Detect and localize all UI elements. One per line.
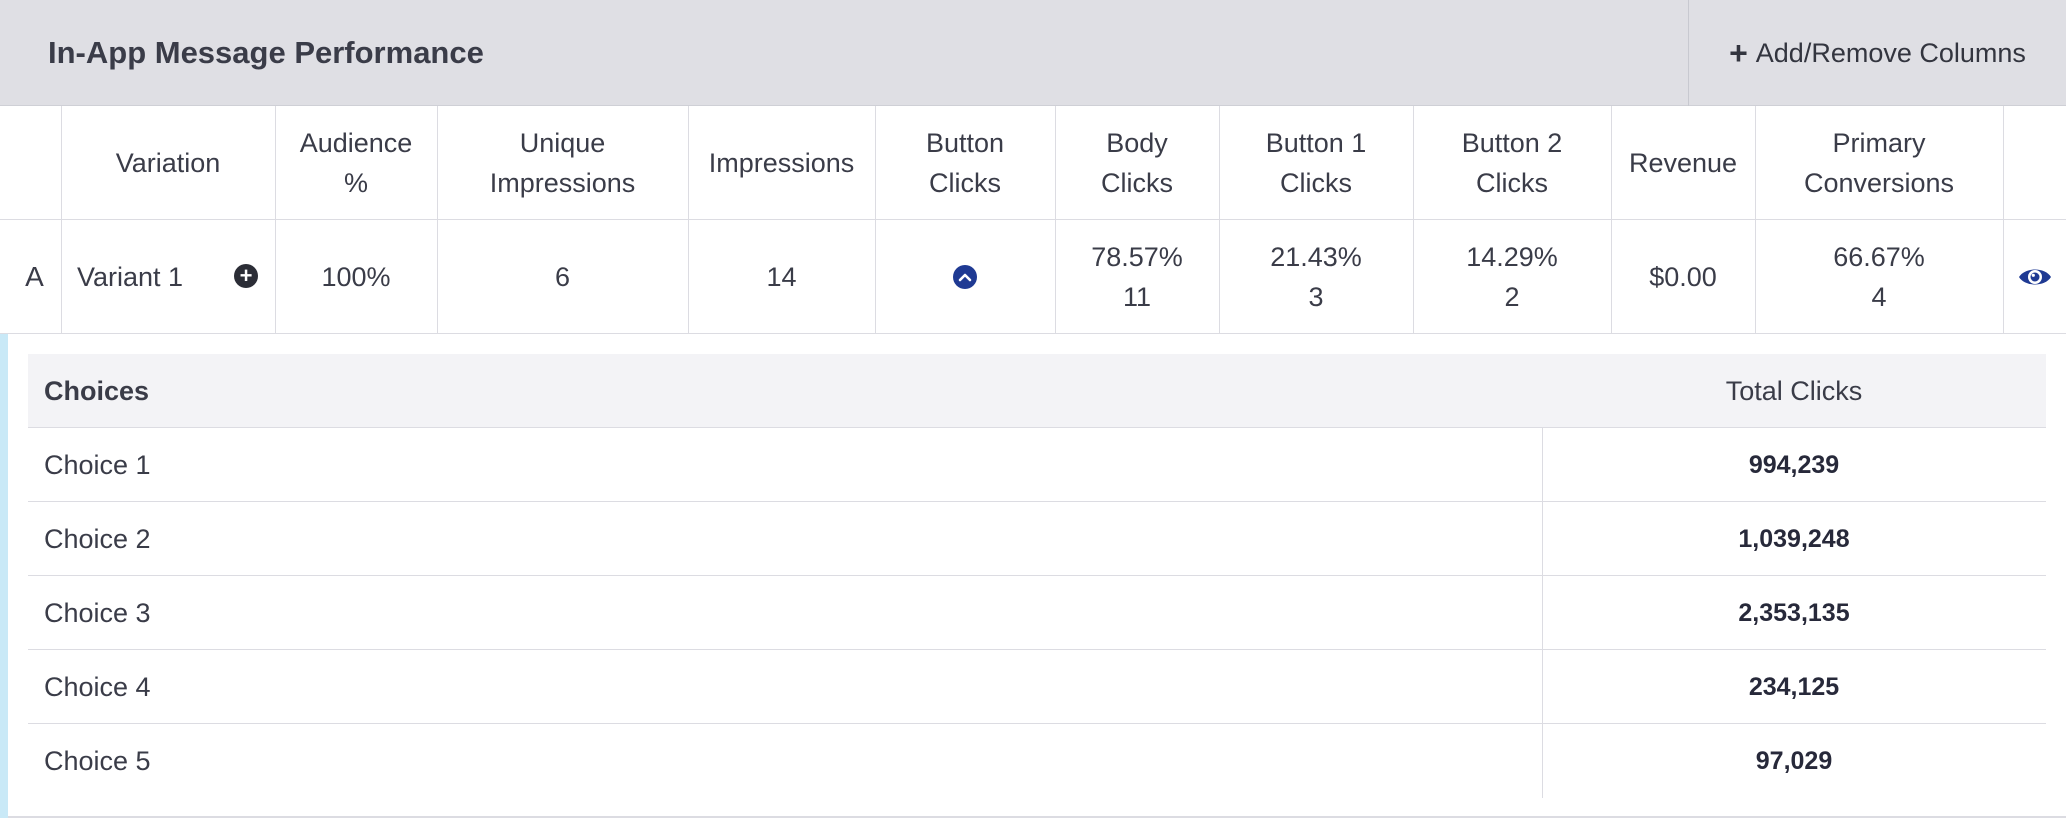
primary-conversions-cell: 66.67% 4 — [1755, 220, 2003, 334]
choice-name: Choice 2 — [44, 524, 151, 554]
choice-total-clicks: 994,239 — [1748, 451, 1840, 479]
choice-row: Choice 3 2,353,135 — [28, 576, 2046, 650]
button-2-clicks-percent: 14.29% — [1466, 242, 1558, 272]
expand-variant-icon[interactable]: + — [234, 264, 258, 288]
primary-conversions-percent: 66.67% — [1833, 242, 1925, 272]
choice-name: Choice 4 — [44, 672, 151, 702]
choice-total-clicks: 97,029 — [1755, 747, 1833, 775]
column-header-button-1-clicks[interactable]: Button 1 Clicks — [1219, 106, 1413, 220]
column-header-primary-conversions[interactable]: Primary Conversions — [1755, 106, 2003, 220]
column-header-impressions[interactable]: Impressions — [688, 106, 875, 220]
button-1-clicks-percent: 21.43% — [1270, 242, 1362, 272]
impressions-value: 14 — [766, 262, 797, 292]
variant-name-label: Variant 1 — [77, 262, 184, 292]
choice-total-clicks: 2,353,135 — [1738, 599, 1850, 627]
preview-eye-button[interactable] — [2003, 220, 2066, 334]
column-header-unique-impressions[interactable]: Unique Impressions — [437, 106, 688, 220]
revenue-value: $0.00 — [1649, 262, 1717, 292]
choice-row: Choice 4 234,125 — [28, 650, 2046, 724]
button-clicks-toggle[interactable] — [875, 220, 1055, 334]
choice-row: Choice 2 1,039,248 — [28, 502, 2046, 576]
unique-impressions-value: 6 — [554, 262, 571, 292]
total-clicks-header: Total Clicks — [1725, 376, 1863, 406]
audience-value: 100% — [321, 262, 391, 292]
choices-header: Choices Total Clicks — [28, 354, 2046, 428]
column-header-audience[interactable]: Audience % — [275, 106, 437, 220]
column-header-button-2-clicks[interactable]: Button 2 Clicks — [1413, 106, 1611, 220]
choice-name: Choice 1 — [44, 450, 151, 480]
variant-row: A Variant 1 + 100% 6 14 78.57% 11 21.43%… — [0, 220, 2066, 334]
table-header-bar: In-App Message Performance + Add/Remove … — [0, 0, 2066, 106]
button-2-clicks-cell: 14.29% 2 — [1413, 220, 1611, 334]
column-divider — [2003, 106, 2004, 220]
add-remove-columns-label: Add/Remove Columns — [1755, 37, 2026, 68]
page-title: In-App Message Performance — [48, 35, 484, 70]
variant-letter: A — [25, 261, 44, 292]
eye-icon — [2018, 269, 2051, 285]
choice-name: Choice 3 — [44, 598, 151, 628]
body-clicks-count: 11 — [1122, 282, 1152, 312]
choices-header-label: Choices — [44, 376, 150, 406]
choice-row: Choice 1 994,239 — [28, 428, 2046, 502]
column-header-body-clicks[interactable]: Body Clicks — [1055, 106, 1219, 220]
choice-name: Choice 5 — [44, 746, 151, 776]
add-remove-columns-button[interactable]: + Add/Remove Columns — [1689, 0, 2066, 106]
column-header-button-clicks[interactable]: Button Clicks — [875, 106, 1055, 220]
plus-icon: + — [1729, 35, 1748, 71]
body-clicks-percent: 78.57% — [1091, 242, 1183, 272]
column-header-variation[interactable]: Variation — [61, 106, 275, 220]
choices-panel: Choices Total Clicks Choice 1 994,239 Ch… — [28, 354, 2046, 798]
column-header-row: Variation Audience % Unique Impressions … — [0, 106, 2066, 220]
choice-total-clicks: 1,039,248 — [1738, 525, 1850, 553]
button-2-clicks-count: 2 — [1504, 282, 1520, 312]
chevron-up-icon — [953, 265, 977, 289]
choice-total-clicks: 234,125 — [1748, 673, 1840, 701]
column-header-revenue[interactable]: Revenue — [1611, 106, 1755, 220]
primary-conversions-count: 4 — [1871, 282, 1887, 312]
button-1-clicks-cell: 21.43% 3 — [1219, 220, 1413, 334]
choice-row: Choice 5 97,029 — [28, 724, 2046, 798]
button-1-clicks-count: 3 — [1308, 282, 1324, 312]
body-clicks-cell: 78.57% 11 — [1055, 220, 1219, 334]
